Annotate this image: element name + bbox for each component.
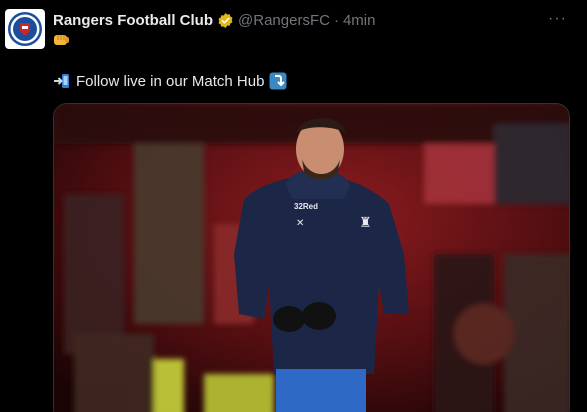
tweet-media-photo[interactable]: ♜ 32Red ✕ [53,103,570,412]
verified-badge-icon[interactable] [217,12,234,29]
svg-text:✕: ✕ [296,218,304,229]
timestamp[interactable]: 4min [343,12,376,29]
separator-dot: · [333,11,339,29]
tweet-emoji-line [53,33,70,51]
tweet-text: Follow live in our Match Hub [53,72,287,90]
rangers-crest-icon [8,12,42,46]
avatar[interactable] [5,9,45,49]
svg-text:♜: ♜ [359,215,372,231]
arrow-into-phone-emoji-icon [53,72,71,90]
tweet: Rangers Football Club @RangersFC · 4min … [0,0,587,412]
tweet-header: Rangers Football Club @RangersFC · 4min … [53,10,567,30]
user-handle[interactable]: @RangersFC [238,12,330,29]
player-photo: ♜ 32Red ✕ [54,104,569,412]
oncoming-fist-emoji-icon [53,33,70,47]
jersey-sponsor: 32Red [294,202,318,211]
display-name[interactable]: Rangers Football Club [53,12,213,29]
more-options-icon[interactable]: ··· [548,10,567,28]
arrow-curving-down-emoji-icon [269,72,287,90]
tweet-text-label: Follow live in our Match Hub [76,72,265,90]
